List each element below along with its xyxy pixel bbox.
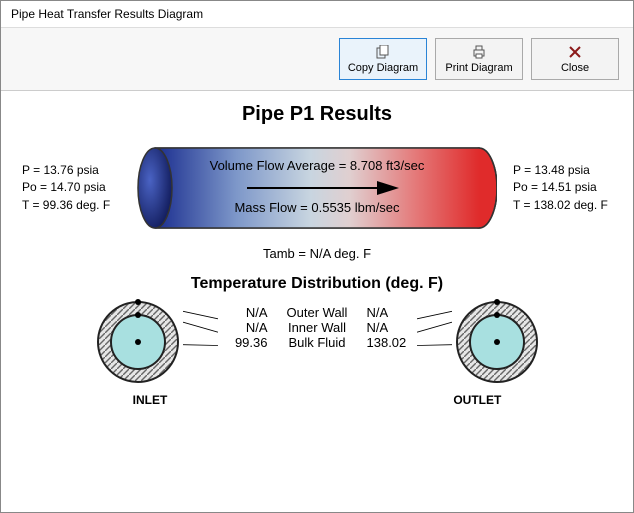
- inlet-caption: INLET: [133, 393, 168, 407]
- copy-icon: [375, 44, 391, 60]
- window-title: Pipe Heat Transfer Results Diagram: [1, 1, 633, 28]
- dist-outlet-0: N/A: [367, 305, 417, 320]
- pipe-diagram: Volume Flow Average = 8.708 ft3/sec Mass…: [137, 140, 497, 236]
- distribution-title: Temperature Distribution (deg. F): [17, 275, 617, 293]
- toolbar: Copy Diagram Print Diagram Close: [1, 28, 633, 91]
- dist-inlet-2: 99.36: [218, 335, 268, 350]
- tamb-line: Tamb = N/A deg. F: [17, 246, 617, 261]
- inlet-props: P = 13.76 psia Po = 14.70 psia T = 99.36…: [22, 162, 127, 214]
- outlet-props: P = 13.48 psia Po = 14.51 psia T = 138.0…: [507, 162, 612, 214]
- dist-inlet-1: N/A: [218, 320, 268, 335]
- outlet-leaders: [417, 303, 452, 373]
- inlet-t: T = 99.36 deg. F: [22, 197, 127, 214]
- print-diagram-label: Print Diagram: [445, 62, 512, 74]
- mass-flow-text: Mass Flow = 0.5535 lbm/sec: [234, 200, 400, 215]
- copy-diagram-button[interactable]: Copy Diagram: [339, 38, 427, 80]
- inlet-po: Po = 14.70 psia: [22, 179, 127, 196]
- print-icon: [471, 44, 487, 60]
- outlet-po: Po = 14.51 psia: [513, 179, 612, 196]
- close-label: Close: [561, 62, 589, 74]
- dist-outlet-1: N/A: [367, 320, 417, 335]
- page-title: Pipe P1 Results: [17, 103, 617, 126]
- io-labels: INLET OUTLET: [17, 393, 617, 407]
- inlet-p: P = 13.76 psia: [22, 162, 127, 179]
- distribution-row: N/A Outer Wall N/A N/A Inner Wall N/A 99…: [17, 297, 617, 387]
- close-icon: [567, 44, 583, 60]
- dist-label-1: Inner Wall: [280, 320, 355, 335]
- pipe-row: P = 13.76 psia Po = 14.70 psia T = 99.36…: [17, 140, 617, 236]
- app-window: Pipe Heat Transfer Results Diagram Copy …: [0, 0, 634, 513]
- dist-label-2: Bulk Fluid: [280, 335, 355, 350]
- inlet-leaders: [183, 303, 218, 373]
- volume-flow-text: Volume Flow Average = 8.708 ft3/sec: [210, 158, 425, 173]
- diagram-content: Pipe P1 Results P = 13.76 psia Po = 14.7…: [1, 91, 633, 512]
- outlet-p: P = 13.48 psia: [513, 162, 612, 179]
- dist-outlet-2: 138.02: [367, 335, 417, 350]
- inlet-cross-section: [93, 297, 183, 387]
- outlet-cross-section: [452, 297, 542, 387]
- copy-diagram-label: Copy Diagram: [348, 62, 418, 74]
- print-diagram-button[interactable]: Print Diagram: [435, 38, 523, 80]
- distribution-table: N/A Outer Wall N/A N/A Inner Wall N/A 99…: [218, 305, 417, 350]
- outlet-t: T = 138.02 deg. F: [513, 197, 612, 214]
- dist-label-0: Outer Wall: [280, 305, 355, 320]
- dist-inlet-0: N/A: [218, 305, 268, 320]
- outlet-caption: OUTLET: [453, 393, 501, 407]
- close-button[interactable]: Close: [531, 38, 619, 80]
